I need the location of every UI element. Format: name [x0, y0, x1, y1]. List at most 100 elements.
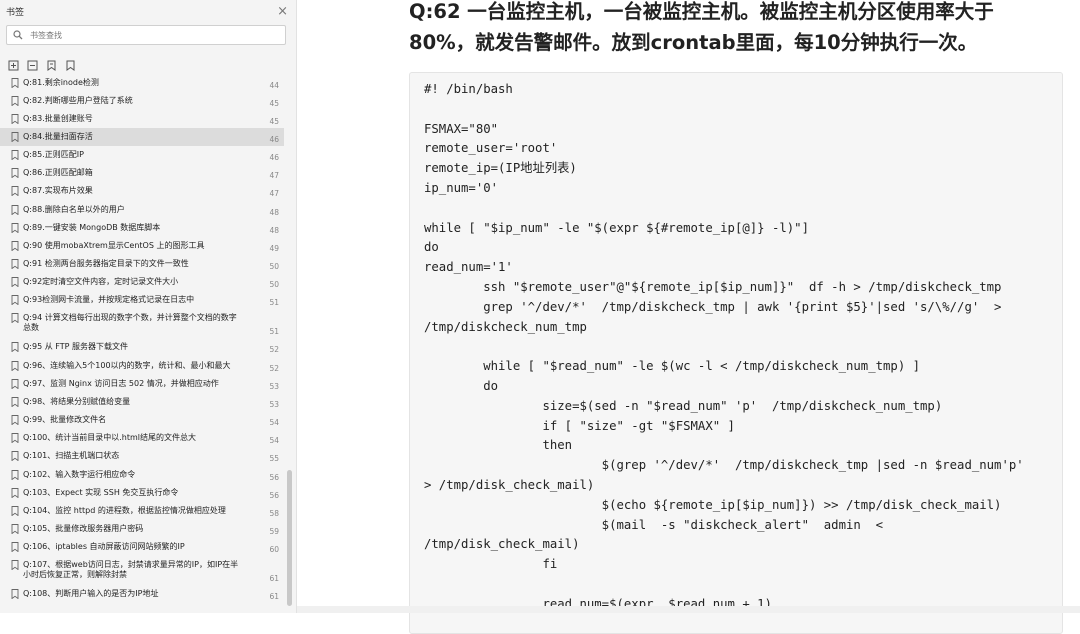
bookmark-icon — [11, 295, 19, 305]
bookmark-page-number: 51 — [269, 298, 279, 307]
question-title: Q:62 一台监控主机，一台被监控主机。被监控主机分区使用率大于80%，就发告警… — [409, 0, 994, 54]
bookmark-item[interactable]: Q:102、输入数字运行相应命令 56 — [0, 466, 284, 484]
bookmark-icon — [11, 205, 19, 215]
bookmark-item[interactable]: Q:94 计算文档每行出现的数字个数，并计算整个文档的数字总数 51 — [0, 309, 284, 338]
bookmark-icon — [11, 78, 19, 88]
bookmark-item[interactable]: Q:104、监控 httpd 的进程数，根据监控情况做相应处理 58 — [0, 502, 284, 520]
bookmark-page-number: 54 — [269, 436, 279, 445]
bookmark-title: Q:90 使用mobaXtrem显示CentOS 上的图形工具 — [23, 241, 205, 250]
bookmark-title: Q:82.判断哪些用户登陆了系统 — [23, 96, 133, 105]
bookmark-item[interactable]: Q:93检测网卡流量，并按规定格式记录在日志中 51 — [0, 291, 284, 309]
bookmark-item[interactable]: Q:90 使用mobaXtrem显示CentOS 上的图形工具 49 — [0, 237, 284, 255]
bookmark-search-input[interactable] — [28, 29, 252, 41]
collapse-all-icon[interactable] — [27, 56, 38, 70]
bookmark-title: Q:93检测网卡流量，并按规定格式记录在日志中 — [23, 295, 195, 304]
bookmark-icon — [11, 150, 19, 160]
bookmark-item[interactable]: Q:89.一键安装 MongoDB 数据库脚本 48 — [0, 219, 284, 237]
bookmark-icon — [11, 361, 19, 371]
bookmark-title: Q:94 计算文档每行出现的数字个数，并计算整个文档的数字总数 — [23, 313, 237, 332]
expand-all-icon[interactable] — [8, 56, 19, 70]
bookmark-item[interactable]: Q:83.批量创建账号 45 — [0, 110, 284, 128]
bookmark-item[interactable]: Q:97、监测 Nginx 访问日志 502 情况，并做相应动作 53 — [0, 375, 284, 393]
bookmark-item[interactable]: Q:87.实现布片效果 47 — [0, 182, 284, 201]
bookmark-item[interactable]: Q:82.判断哪些用户登陆了系统 45 — [0, 92, 284, 110]
bookmark-page-number: 61 — [269, 574, 279, 583]
bookmark-title: Q:89.一键安装 MongoDB 数据库脚本 — [23, 223, 161, 232]
bookmark-icon — [11, 96, 19, 106]
bookmark-item[interactable]: Q:103、Expect 实现 SSH 免交互执行命令 56 — [0, 484, 284, 502]
bookmark-title: Q:101、扫描主机端口状态 — [23, 451, 120, 460]
close-icon[interactable]: × — [277, 4, 288, 19]
bookmark-item[interactable]: Q:106、iptables 自动屏蔽访问网站频繁的IP 60 — [0, 538, 284, 556]
bookmark-page-number: 58 — [269, 509, 279, 518]
bookmark-icon — [11, 451, 19, 461]
bookmark-icon — [11, 470, 19, 480]
bookmark-item[interactable]: Q:92定时清空文件内容，定时记录文件大小 50 — [0, 273, 284, 291]
bookmark-page-number: 48 — [269, 208, 279, 217]
bookmark-item[interactable]: Q:81.剩余inode检测 44 — [0, 74, 284, 92]
bookmark-icon — [11, 259, 19, 269]
bookmark-page-number: 50 — [269, 280, 279, 289]
bookmark-icon — [11, 277, 19, 287]
bookmark-icon — [11, 186, 19, 196]
bookmark-icon — [11, 589, 19, 599]
add-bookmark-icon[interactable] — [46, 56, 57, 71]
bookmark-page-number: 47 — [269, 171, 279, 180]
bookmark-item[interactable]: Q:95 从 FTP 服务器下载文件 52 — [0, 338, 284, 357]
bookmark-icon[interactable] — [65, 56, 76, 71]
bookmark-title: Q:95 从 FTP 服务器下载文件 — [23, 342, 128, 351]
bookmark-item[interactable]: Q:105、批量修改服务器用户密码 59 — [0, 520, 284, 538]
sidebar-header: 书签 × — [0, 0, 296, 22]
bookmark-page-number: 48 — [269, 226, 279, 235]
bookmark-page-number: 60 — [269, 545, 279, 554]
bookmark-item[interactable]: Q:107、根据web访问日志，封禁请求量异常的IP，如IP在半小时后恢复正常，… — [0, 556, 284, 585]
bottom-toolbar — [297, 606, 1080, 613]
bookmark-page-number: 44 — [269, 81, 279, 90]
bookmark-icon — [11, 132, 19, 142]
bookmark-title: Q:83.批量创建账号 — [23, 114, 93, 123]
bookmark-title: Q:97、监测 Nginx 访问日志 502 情况，并做相应动作 — [23, 379, 219, 388]
bookmark-title: Q:91 检测两台服务器指定目录下的文件一致性 — [23, 259, 189, 268]
bookmark-item[interactable]: Q:84.批量扫面存活 46 — [0, 128, 284, 146]
bookmark-item[interactable]: Q:98、将结果分别赋值给变量 53 — [0, 393, 284, 411]
bookmark-title: Q:105、批量修改服务器用户密码 — [23, 524, 144, 533]
bookmark-icon — [11, 506, 19, 516]
sidebar-scrollbar[interactable] — [287, 470, 292, 606]
bookmark-icon — [11, 433, 19, 443]
bookmark-page-number: 55 — [269, 454, 279, 463]
bookmark-title: Q:87.实现布片效果 — [23, 186, 93, 195]
bookmark-item[interactable]: Q:88.删除白名单以外的用户 48 — [0, 201, 284, 219]
search-icon — [13, 30, 23, 40]
bookmark-page-number: 46 — [269, 153, 279, 162]
bookmark-page-number: 49 — [269, 244, 279, 253]
bookmark-item[interactable]: Q:91 检测两台服务器指定目录下的文件一致性 50 — [0, 255, 284, 273]
bookmark-item[interactable]: Q:86.正则匹配邮箱 47 — [0, 164, 284, 182]
bookmark-item[interactable]: Q:96、连续输入5个100以内的数字，统计和、最小和最大 52 — [0, 357, 284, 375]
bookmark-icon — [11, 379, 19, 389]
bookmark-title: Q:108、判断用户输入的是否为IP地址 — [23, 589, 159, 598]
document-view: Q:62 一台监控主机，一台被监控主机。被监控主机分区使用率大于80%，就发告警… — [297, 0, 1080, 634]
bookmark-item[interactable]: Q:99、批量修改文件名 54 — [0, 411, 284, 429]
bookmark-page-number: 53 — [269, 400, 279, 409]
bookmark-page-number: 56 — [269, 473, 279, 482]
bookmark-sidebar: 书签 × Q:81.剩余inode检测44Q:82.判断哪些用户登陆了系统45Q… — [0, 0, 297, 613]
bookmark-search-box[interactable] — [6, 25, 286, 45]
bookmark-icon — [11, 342, 19, 352]
bookmark-item[interactable]: Q:85.正则匹配IP 46 — [0, 146, 284, 164]
bookmark-page-number: 52 — [269, 364, 279, 373]
bookmark-icon — [11, 488, 19, 498]
bookmark-title: Q:100、统计当前目录中以.html结尾的文件总大 — [23, 433, 197, 442]
sidebar-title: 书签 — [6, 7, 25, 18]
bookmark-icon — [11, 415, 19, 425]
bookmark-item[interactable]: Q:108、判断用户输入的是否为IP地址 61 — [0, 585, 284, 603]
bookmark-page-number: 46 — [269, 135, 279, 144]
bookmark-page-number: 45 — [269, 99, 279, 108]
bookmark-item[interactable]: Q:100、统计当前目录中以.html结尾的文件总大 54 — [0, 429, 284, 447]
bookmark-page-number: 56 — [269, 491, 279, 500]
code-block: #! /bin/bash FSMAX="80" remote_user='roo… — [409, 72, 1063, 634]
bookmark-title: Q:85.正则匹配IP — [23, 150, 84, 159]
code-text: #! /bin/bash FSMAX="80" remote_user='roo… — [424, 82, 1024, 611]
bookmark-item[interactable]: Q:101、扫描主机端口状态 55 — [0, 447, 284, 466]
bookmark-title: Q:96、连续输入5个100以内的数字，统计和、最小和最大 — [23, 361, 231, 370]
sidebar-toolbar — [0, 51, 296, 71]
